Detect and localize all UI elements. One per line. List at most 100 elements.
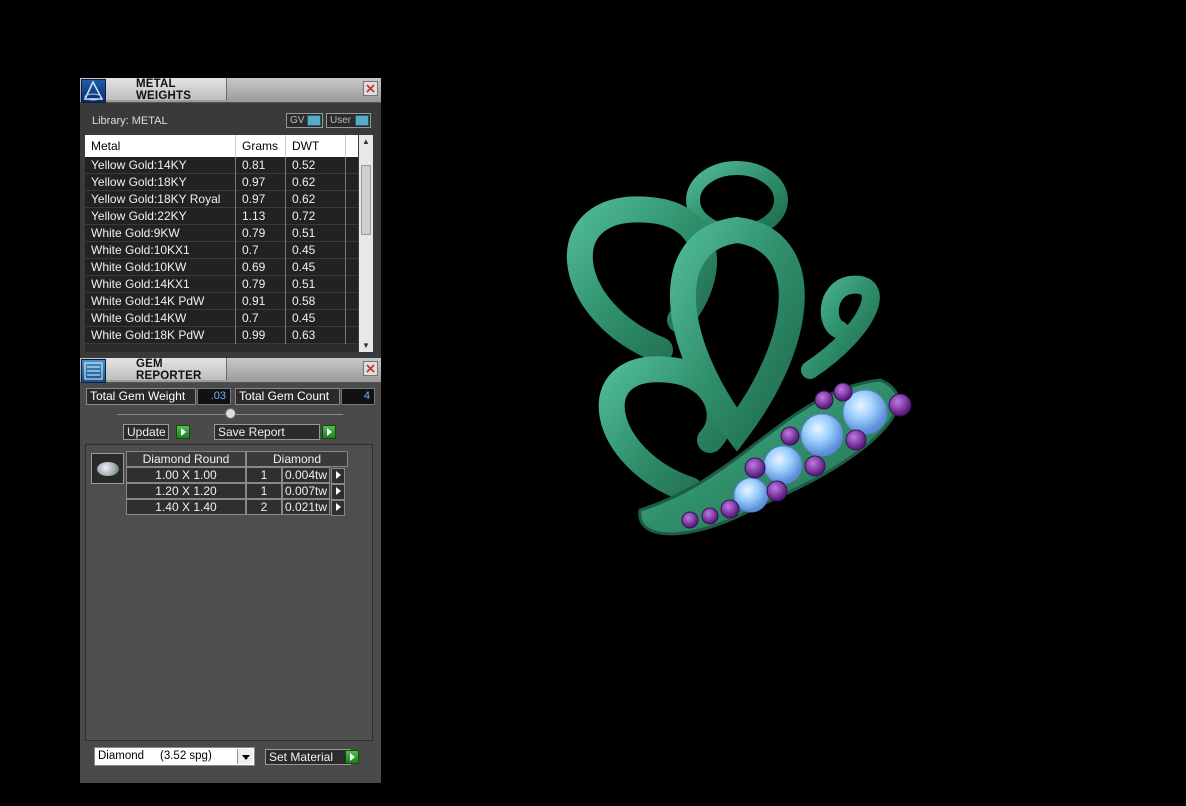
table-row[interactable]: Yellow Gold:22KY 1.13 0.72 (85, 208, 358, 225)
dwt-cell: 0.45 (286, 242, 346, 259)
table-row[interactable]: Yellow Gold:14KY 0.81 0.52 (85, 157, 358, 174)
metal-table-scrollbar[interactable]: ▲ ▼ (359, 135, 373, 352)
metal-table-header: Metal Grams DWT (85, 135, 358, 157)
table-row[interactable]: White Gold:14K PdW 0.91 0.58 (85, 293, 358, 310)
grams-cell: 0.79 (236, 276, 286, 293)
grams-cell: 0.99 (236, 327, 286, 344)
metal-weights-titlebar[interactable]: METAL WEIGHTS (80, 78, 381, 103)
gem-size-cell: 1.40 X 1.40 (126, 499, 246, 515)
table-row[interactable]: White Gold:10KX1 0.7 0.45 (85, 242, 358, 259)
gem-row-go-icon[interactable] (331, 500, 345, 516)
metal-weights-tab: METAL WEIGHTS (106, 78, 227, 102)
grams-cell: 0.7 (236, 242, 286, 259)
gem-thumbnail[interactable] (91, 453, 124, 484)
scroll-down-icon[interactable]: ▼ (362, 341, 370, 350)
total-gem-count-value: 4 (341, 388, 375, 405)
scroll-up-icon[interactable]: ▲ (362, 137, 370, 146)
metal-name-cell: Yellow Gold:18KY (85, 174, 236, 191)
update-button[interactable]: Update (123, 424, 169, 440)
dwt-cell: 0.45 (286, 259, 346, 276)
update-go-icon[interactable] (176, 425, 190, 439)
user-toggle[interactable]: User (326, 113, 371, 128)
gem-weight-cell: 0.021tw (282, 499, 330, 515)
col-grams[interactable]: Grams (236, 135, 286, 157)
chevron-down-icon[interactable] (237, 749, 253, 764)
metal-name-cell: Yellow Gold:14KY (85, 157, 236, 174)
table-row[interactable]: White Gold:14KX1 0.79 0.51 (85, 276, 358, 293)
gem-weight-cell: 0.004tw (282, 467, 330, 483)
table-row[interactable]: Yellow Gold:18KY Royal 0.97 0.62 (85, 191, 358, 208)
col-dwt[interactable]: DWT (286, 135, 346, 157)
close-icon[interactable] (363, 81, 378, 96)
grams-cell: 1.13 (236, 208, 286, 225)
metal-name-cell: Yellow Gold:18KY Royal (85, 191, 236, 208)
total-gem-weight-value: .03 (197, 388, 231, 405)
grams-cell: 0.97 (236, 174, 286, 191)
gem-row-go-icon[interactable] (331, 468, 345, 484)
gem-row-go-icon[interactable] (331, 484, 345, 500)
set-material-button[interactable]: Set Material (265, 749, 351, 765)
table-row[interactable]: White Gold:9KW 0.79 0.51 (85, 225, 358, 242)
gv-toggle[interactable]: GV (286, 113, 323, 128)
save-report-go-icon[interactable] (322, 425, 336, 439)
dwt-cell: 0.72 (286, 208, 346, 225)
pendant-3d-model[interactable] (540, 160, 930, 560)
spacer-cell (346, 157, 358, 174)
metal-weights-panel: METAL WEIGHTS Library: METAL GV User Met… (80, 78, 381, 358)
table-row[interactable]: White Gold:14KW 0.7 0.45 (85, 310, 358, 327)
spacer-cell (346, 259, 358, 276)
slider-handle[interactable] (225, 408, 236, 419)
dwt-cell: 0.51 (286, 276, 346, 293)
dwt-cell: 0.63 (286, 327, 346, 344)
dwt-cell: 0.62 (286, 174, 346, 191)
panel-title: GEM REPORTER (136, 358, 202, 382)
set-material-go-icon[interactable] (345, 750, 359, 764)
gem-reporter-icon (81, 359, 106, 383)
spacer-cell (346, 276, 358, 293)
gem-reporter-tab: GEM REPORTER (106, 358, 227, 382)
metal-name-cell: White Gold:9KW (85, 225, 236, 242)
grams-cell: 0.7 (236, 310, 286, 327)
gv-indicator-icon (307, 115, 321, 126)
spacer-cell (346, 327, 358, 344)
save-report-button[interactable]: Save Report (214, 424, 320, 440)
grams-cell: 0.81 (236, 157, 286, 174)
grams-cell: 0.97 (236, 191, 286, 208)
gem-count-cell: 1 (246, 467, 282, 483)
gem-size-cell: 1.00 X 1.00 (126, 467, 246, 483)
gem-weight-cell: 0.007tw (282, 483, 330, 499)
scroll-thumb[interactable] (361, 165, 371, 235)
metal-name-cell: White Gold:10KX1 (85, 242, 236, 259)
library-label: Library: METAL (92, 115, 168, 127)
table-row[interactable]: White Gold:18K PdW 0.99 0.63 (85, 327, 358, 344)
gem-shape-header: Diamond Round (126, 451, 246, 467)
metal-name-cell: White Gold:10KW (85, 259, 236, 276)
grams-cell: 0.91 (236, 293, 286, 310)
pendant-right-curl (801, 275, 880, 379)
user-indicator-icon (355, 115, 369, 126)
metal-name-cell: Yellow Gold:22KY (85, 208, 236, 225)
gem-size-cell: 1.20 X 1.20 (126, 483, 246, 499)
col-metal[interactable]: Metal (85, 135, 236, 157)
gem-count-cell: 1 (246, 483, 282, 499)
spacer-cell (346, 191, 358, 208)
table-row[interactable]: White Gold:10KW 0.69 0.45 (85, 259, 358, 276)
total-gem-weight-label: Total Gem Weight (86, 388, 196, 405)
material-select[interactable]: Diamond (3.52 spg) (94, 747, 255, 766)
gem-count-cell: 2 (246, 499, 282, 515)
pendant-teardrop (670, 216, 805, 452)
dwt-cell: 0.45 (286, 310, 346, 327)
material-select-value: Diamond (3.52 spg) (98, 750, 212, 762)
close-icon[interactable] (363, 361, 378, 376)
table-row[interactable]: Yellow Gold:18KY 0.97 0.62 (85, 174, 358, 191)
spacer-cell (346, 225, 358, 242)
col-spacer (346, 135, 358, 157)
gem-reporter-titlebar[interactable]: GEM REPORTER (80, 358, 381, 383)
metal-name-cell: White Gold:14K PdW (85, 293, 236, 310)
gem-list-area: Diamond Round Diamond 1.00 X 1.00 1 0.004t… (85, 444, 373, 741)
metal-name-cell: White Gold:14KX1 (85, 276, 236, 293)
dwt-cell: 0.62 (286, 191, 346, 208)
gem-reporter-panel: GEM REPORTER Total Gem Weight .03 Total … (80, 358, 381, 783)
grams-cell: 0.79 (236, 225, 286, 242)
metal-table[interactable]: Metal Grams DWT Yellow Gold:14KY 0.81 0.52… (85, 135, 358, 352)
